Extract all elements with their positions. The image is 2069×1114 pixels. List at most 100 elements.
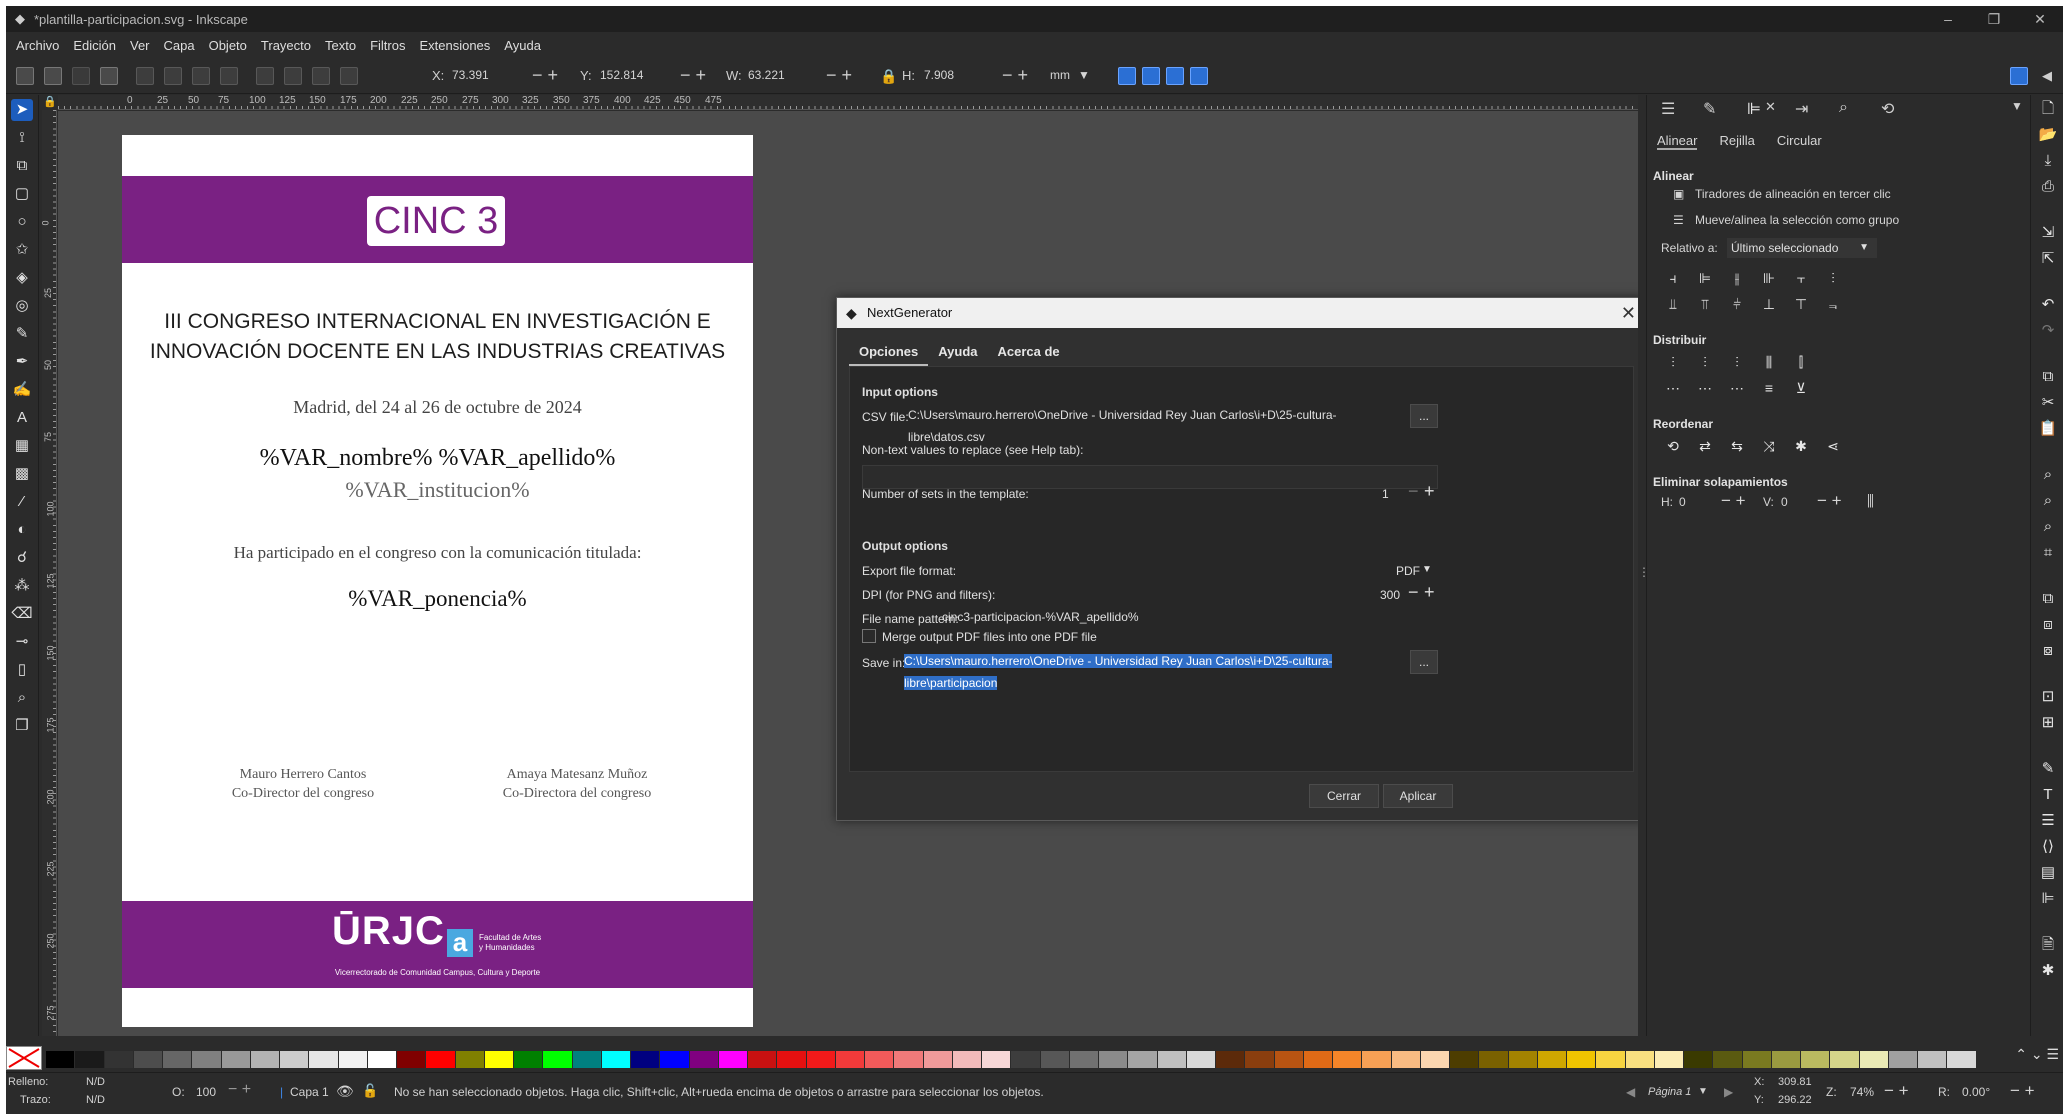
color-swatch[interactable] bbox=[601, 1051, 631, 1068]
distribute-gaps-h-icon[interactable]: ⫼ bbox=[1757, 353, 1781, 371]
rotate-cw-icon[interactable] bbox=[164, 67, 182, 85]
align-left-icon[interactable]: ⊫ bbox=[1693, 269, 1717, 287]
color-swatch[interactable] bbox=[75, 1051, 105, 1068]
opt-move-as-group[interactable]: Mueve/alinea la selección como grupo bbox=[1695, 213, 1899, 227]
save-in-field[interactable]: C:\Users\mauro.herrero\OneDrive - Univer… bbox=[898, 650, 1402, 690]
export-icon[interactable]: ⇱ bbox=[2038, 249, 2058, 269]
text-font-icon[interactable]: T bbox=[2038, 785, 2058, 805]
chevron-left-icon[interactable]: ◀ bbox=[2042, 68, 2052, 84]
save-browse-button[interactable]: ... bbox=[1410, 650, 1438, 674]
color-swatch[interactable] bbox=[426, 1051, 456, 1068]
color-swatch[interactable] bbox=[1654, 1051, 1684, 1068]
align-tab-icon[interactable]: ⊫ bbox=[1747, 99, 1761, 119]
color-swatch[interactable] bbox=[1128, 1051, 1158, 1068]
menu-ayuda[interactable]: Ayuda bbox=[504, 38, 541, 53]
distribute-center-h-icon[interactable]: ⫶ bbox=[1693, 353, 1717, 371]
distribute-baseline-icon[interactable]: ⫿ bbox=[1789, 353, 1813, 371]
open-icon[interactable]: 📂 bbox=[2038, 125, 2058, 145]
pages-tool-icon[interactable]: ❐ bbox=[11, 715, 33, 737]
dpi-plus[interactable]: + bbox=[1424, 582, 1435, 603]
signature-1-role[interactable]: Co-Director del congreso bbox=[178, 786, 428, 802]
color-swatch[interactable] bbox=[309, 1051, 339, 1068]
rotate-ccw-icon[interactable] bbox=[136, 67, 154, 85]
cinc-logo[interactable]: CINC 3 bbox=[367, 196, 505, 246]
color-swatch[interactable] bbox=[192, 1051, 222, 1068]
signature-2-name[interactable]: Amaya Matesanz Muñoz bbox=[452, 767, 702, 783]
ungroup-icon[interactable]: ⊞ bbox=[2038, 713, 2058, 733]
pattern-field[interactable]: cinc3-participacion-%VAR_apellido% bbox=[936, 606, 1438, 630]
color-swatch[interactable] bbox=[221, 1051, 251, 1068]
color-swatch[interactable] bbox=[1888, 1051, 1918, 1068]
aplicar-button[interactable]: Aplicar bbox=[1383, 784, 1453, 808]
rotation-input[interactable]: 0.00° bbox=[1962, 1085, 1990, 1099]
fill-value[interactable]: N/D bbox=[86, 1076, 105, 1088]
align-left-edge-icon[interactable]: ⫟ bbox=[1789, 269, 1813, 287]
color-swatch[interactable] bbox=[1245, 1051, 1275, 1068]
zoom-drawing-icon[interactable]: ⌕ bbox=[2038, 491, 2058, 511]
chevron-down-icon[interactable]: ▼ bbox=[1422, 564, 1432, 575]
color-swatch[interactable] bbox=[1713, 1051, 1743, 1068]
node-tool-icon[interactable]: ⟟ bbox=[11, 127, 33, 149]
gradient-tool-icon[interactable]: ▦ bbox=[11, 435, 33, 457]
tab-rejilla[interactable]: Rejilla bbox=[1719, 133, 1754, 150]
center-vertical-axis-icon[interactable]: ⫲ bbox=[1725, 269, 1749, 287]
align-bottom-edge-icon[interactable]: ⫫ bbox=[1661, 295, 1685, 313]
dock-resize-handle[interactable]: ⋮ bbox=[1638, 95, 1650, 1036]
menu-archivo[interactable]: Archivo bbox=[16, 38, 59, 53]
participant-name[interactable]: %VAR_nombre% %VAR_apellido% bbox=[122, 445, 753, 472]
paint-bucket-icon[interactable]: ◐ bbox=[11, 519, 33, 541]
color-swatch[interactable] bbox=[1099, 1051, 1129, 1068]
ruler-lock-icon[interactable]: 🔒 bbox=[42, 95, 58, 110]
nontext-values-field[interactable] bbox=[862, 465, 1438, 489]
dialog-title-bar[interactable]: ◆ NextGenerator ✕ bbox=[837, 298, 1644, 328]
exchange-positions-icon[interactable]: ⟲ bbox=[1661, 437, 1685, 455]
menu-ver[interactable]: Ver bbox=[130, 38, 150, 53]
csv-file-field[interactable]: C:\Users\mauro.herrero\OneDrive - Univer… bbox=[902, 404, 1402, 444]
color-swatch[interactable] bbox=[104, 1051, 134, 1068]
center-horizontal-axis-icon[interactable]: ⫩ bbox=[1725, 295, 1749, 313]
star-tool-icon[interactable]: ✩ bbox=[11, 239, 33, 261]
color-swatch[interactable] bbox=[484, 1051, 514, 1068]
color-swatch[interactable] bbox=[660, 1051, 690, 1068]
duplicate-icon[interactable]: ⧉ bbox=[2038, 589, 2058, 609]
distribute-left-icon[interactable]: ⫶ bbox=[1661, 353, 1685, 371]
transform-patterns-icon[interactable] bbox=[1190, 67, 1208, 85]
opacity-input[interactable]: 100 bbox=[196, 1085, 216, 1099]
randomize-icon[interactable]: ⤨ bbox=[1757, 437, 1781, 455]
color-swatch[interactable] bbox=[835, 1051, 865, 1068]
color-swatch[interactable] bbox=[1508, 1051, 1538, 1068]
menu-trayecto[interactable]: Trayecto bbox=[261, 38, 311, 53]
color-swatch[interactable] bbox=[280, 1051, 310, 1068]
undo-icon[interactable]: ↶ bbox=[2038, 295, 2058, 315]
dpi-value[interactable]: 300 bbox=[1380, 588, 1400, 602]
connector-tool-icon[interactable]: ⊸ bbox=[11, 631, 33, 653]
remove-overlaps-icon[interactable]: ⫼ bbox=[1867, 493, 1874, 510]
align-top-icon[interactable]: ⫪ bbox=[1693, 295, 1717, 313]
color-swatch[interactable] bbox=[1040, 1051, 1070, 1068]
participation-text[interactable]: Ha participado en el congreso con la com… bbox=[122, 543, 753, 563]
canvas[interactable]: CINC 3 III CONGRESO INTERNACIONAL EN INV… bbox=[58, 111, 1645, 1036]
rectangle-tool-icon[interactable]: ▢ bbox=[11, 183, 33, 205]
color-swatch[interactable] bbox=[952, 1051, 982, 1068]
lower-to-bottom-icon[interactable] bbox=[340, 67, 358, 85]
select-all-icon[interactable] bbox=[16, 67, 34, 85]
relative-to-select[interactable]: Último seleccionado ▼ bbox=[1727, 238, 1877, 258]
color-swatch[interactable] bbox=[455, 1051, 485, 1068]
distribute-center-v-icon[interactable]: ⋯ bbox=[1693, 379, 1717, 397]
pen-tool-icon[interactable]: ✒ bbox=[11, 351, 33, 373]
participant-institution[interactable]: %VAR_institucion% bbox=[122, 477, 753, 503]
rotation-stepper[interactable]: − + bbox=[2010, 1081, 2035, 1101]
color-swatch[interactable] bbox=[865, 1051, 895, 1068]
chevron-down-icon[interactable]: ▼ bbox=[2011, 99, 2023, 113]
palette-menu-icon[interactable]: ⌃ ⌄ ☰ bbox=[2015, 1046, 2059, 1063]
color-swatch[interactable] bbox=[631, 1051, 661, 1068]
opacity-stepper[interactable]: − + bbox=[228, 1081, 251, 1099]
minimize-button[interactable]: – bbox=[1925, 6, 1971, 32]
3d-box-tool-icon[interactable]: ◈ bbox=[11, 267, 33, 289]
color-swatch[interactable] bbox=[338, 1051, 368, 1068]
align-baseline-icon[interactable]: ⫬ bbox=[1821, 295, 1845, 313]
w-input[interactable]: 63.221 bbox=[748, 68, 785, 82]
tab-alinear[interactable]: Alinear bbox=[1657, 133, 1698, 150]
preferences-icon[interactable]: ✱ bbox=[2038, 961, 2058, 981]
page-select[interactable]: Página 1 bbox=[1648, 1086, 1691, 1098]
